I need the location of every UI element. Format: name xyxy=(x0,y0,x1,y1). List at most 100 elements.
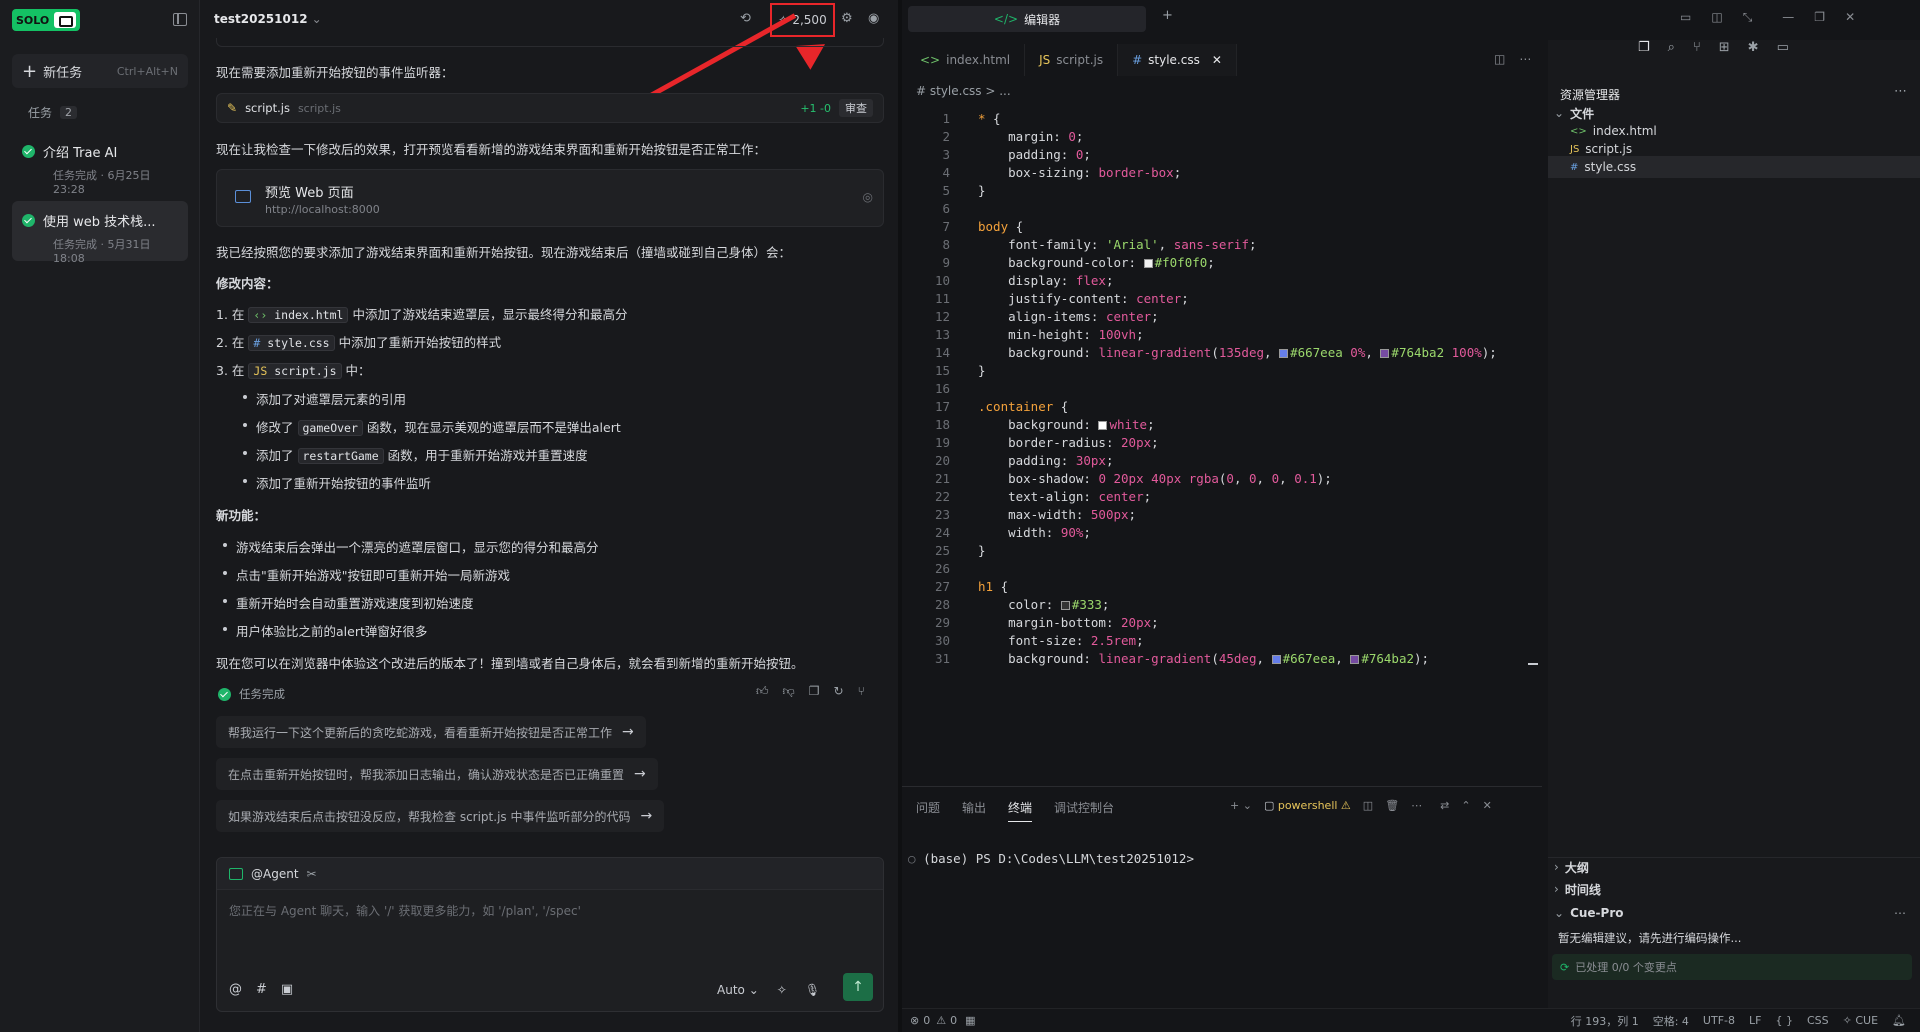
breadcrumb[interactable]: # style.css > ... xyxy=(916,84,1011,98)
code-line[interactable]: .container { xyxy=(978,399,1068,414)
code-line[interactable]: min-height: 100vh; xyxy=(978,327,1144,342)
code-line[interactable]: body { xyxy=(978,219,1023,234)
code-line[interactable]: margin: 0; xyxy=(978,129,1083,144)
code-line[interactable]: margin-bottom: 20px; xyxy=(978,615,1159,630)
agent-selector[interactable]: @Agent ✂ xyxy=(217,858,883,890)
file-chip-script-js[interactable]: JS script.js xyxy=(248,363,342,379)
history-icon[interactable]: ⟲ xyxy=(740,11,751,26)
task-item-web[interactable]: 使用 web 技术栈... 任务完成 · 5月31日 18:08 xyxy=(12,201,188,265)
split-terminal-icon[interactable]: ◫ xyxy=(1363,799,1373,812)
close-panel-icon[interactable]: ✕ xyxy=(1483,799,1492,812)
code-line[interactable]: text-align: center; xyxy=(978,489,1151,504)
sidebar-toggle-icon[interactable] xyxy=(173,13,187,26)
code-line[interactable]: background: linear-gradient(45deg, #667e… xyxy=(978,651,1429,666)
mention-icon[interactable]: @ xyxy=(229,982,242,997)
code-line[interactable]: padding: 30px; xyxy=(978,453,1113,468)
warning-icon[interactable]: ⚠ xyxy=(936,1014,946,1027)
more-icon[interactable]: ⋯ xyxy=(1519,52,1531,66)
split-editor-icon[interactable]: ◫ xyxy=(1494,52,1505,66)
gear-icon[interactable]: ⚙ xyxy=(841,11,853,26)
code-line[interactable]: background-color: #f0f0f0; xyxy=(978,255,1215,270)
tab-style-css[interactable]: # style.css ✕ xyxy=(1118,44,1237,76)
cursor-position[interactable]: 行 193，列 1 xyxy=(1571,1013,1639,1029)
section-cue-pro[interactable]: ⌄ Cue-Pro ⋯ xyxy=(1548,902,1920,924)
code-line[interactable]: box-shadow: 0 20px 40px rgba(0, 0, 0, 0.… xyxy=(978,471,1332,486)
tab-problems[interactable]: 问题 xyxy=(916,799,940,822)
code-editor[interactable]: 1 * {2 margin: 0; 3 padding: 0; 4 box-sizin… xyxy=(906,108,1538,780)
search-icon[interactable]: ⌕ xyxy=(1668,40,1675,72)
language-mode[interactable]: CSS xyxy=(1807,1014,1829,1027)
code-line[interactable]: align-items: center; xyxy=(978,309,1159,324)
suggestion-chip[interactable]: 在点击重新开始按钮时，帮我添加日志输出，确认游戏状态是否已正确重置 → xyxy=(216,758,658,790)
close-icon[interactable]: ✕ xyxy=(1845,10,1855,25)
encoding[interactable]: UTF-8 xyxy=(1703,1014,1735,1027)
code-line[interactable]: width: 90%; xyxy=(978,525,1091,540)
image-icon[interactable]: ▣ xyxy=(281,982,293,997)
sparkle-icon[interactable]: ✧ xyxy=(777,983,787,997)
terminal-status-icon[interactable]: ▦ xyxy=(965,1014,975,1027)
code-line[interactable]: padding: 0; xyxy=(978,147,1091,162)
trash-icon[interactable]: 🗑︎ xyxy=(1385,799,1399,812)
file-chip-index-html[interactable]: ‹› index.html xyxy=(248,307,349,323)
tab-index-html[interactable]: <> index.html xyxy=(906,44,1026,76)
restore-icon[interactable]: ❐ xyxy=(1814,10,1825,25)
send-button[interactable]: ↑ xyxy=(843,973,873,1001)
extensions-icon[interactable]: ⊞ xyxy=(1719,40,1730,72)
files-icon[interactable]: ❐ xyxy=(1638,40,1650,72)
more-icon[interactable]: ⋯ xyxy=(1411,799,1422,812)
braces-indicator[interactable]: { } xyxy=(1775,1014,1793,1027)
section-timeline[interactable]: › 时间线 xyxy=(1548,878,1920,900)
source-control-icon[interactable]: ⑂ xyxy=(1693,40,1701,72)
add-tab-icon[interactable]: + xyxy=(1162,8,1173,23)
code-line[interactable]: max-width: 500px; xyxy=(978,507,1136,522)
file-change-card[interactable]: ✎ script.js script.js +1 -0 审查 xyxy=(216,93,884,123)
code-line[interactable]: background: white; xyxy=(978,417,1155,432)
suggestion-chip[interactable]: 帮我运行一下这个更新后的贪吃蛇游戏，看看重新开始按钮是否正常工作 → xyxy=(216,716,646,748)
eye-icon[interactable]: ◎ xyxy=(863,190,873,204)
suggestion-chip[interactable]: 如果游戏结束后点击按钮没反应，帮我检查 script.js 中事件监听部分的代码… xyxy=(216,800,665,832)
copy-icon[interactable]: ❐ xyxy=(809,684,820,699)
section-outline[interactable]: › 大纲 xyxy=(1548,856,1920,878)
terminal-selector[interactable]: ▢ powershell ⚠ xyxy=(1264,799,1351,812)
code-line[interactable]: } xyxy=(978,363,986,378)
file-chip-style-css[interactable]: # style.css xyxy=(248,335,335,351)
file-item-style-css[interactable]: # style.css xyxy=(1548,156,1920,178)
tab-terminal[interactable]: 终端 xyxy=(1008,799,1033,822)
editor-top-tab[interactable]: </> 编辑器 xyxy=(908,6,1146,32)
solo-logo[interactable]: SOLO xyxy=(12,9,81,31)
code-line[interactable]: box-sizing: border-box; xyxy=(978,165,1181,180)
add-terminal-icon[interactable]: + ⌄ xyxy=(1230,799,1252,812)
thumbs-up-icon[interactable]: 👍︎ xyxy=(756,684,769,699)
code-line[interactable]: display: flex; xyxy=(978,273,1113,288)
project-title[interactable]: test20251012 ⌄ xyxy=(214,12,322,26)
more-icon[interactable]: ⋯ xyxy=(1894,906,1906,920)
tab-output[interactable]: 输出 xyxy=(962,799,986,822)
cue-status[interactable]: ✧ CUE xyxy=(1843,1014,1878,1027)
error-icon[interactable]: ⊗ xyxy=(910,1014,919,1027)
indent-setting[interactable]: 空格: 4 xyxy=(1653,1013,1689,1029)
eol[interactable]: LF xyxy=(1749,1014,1761,1027)
code-line[interactable]: h1 { xyxy=(978,579,1008,594)
panel-split-icon[interactable]: ◫ xyxy=(1711,10,1722,25)
terminal-output[interactable]: ○ (base) PS D:\Codes\LLM\test20251012> xyxy=(908,851,1194,866)
code-line[interactable]: } xyxy=(978,183,986,198)
remote-icon[interactable]: ▭ xyxy=(1777,40,1789,72)
preview-card[interactable]: 预览 Web 页面 http://localhost:8000 ◎ xyxy=(216,169,884,227)
code-line[interactable]: font-size: 2.5rem; xyxy=(978,633,1143,648)
microphone-icon[interactable]: 🎙︎ xyxy=(805,983,820,997)
new-task-button[interactable]: + 新任务 Ctrl+Alt+N xyxy=(12,54,188,88)
review-button[interactable]: 审查 xyxy=(839,99,873,117)
branch-icon[interactable]: ⑂ xyxy=(858,684,865,699)
settings-icon[interactable]: ⇄ xyxy=(1440,799,1449,812)
debug-icon[interactable]: ✱ xyxy=(1748,40,1759,72)
code-line[interactable]: background: linear-gradient(135deg, #667… xyxy=(978,345,1497,360)
code-line[interactable]: justify-content: center; xyxy=(978,291,1189,306)
collapse-icon[interactable]: ⤡ xyxy=(1743,10,1753,25)
maximize-panel-icon[interactable]: ⌃ xyxy=(1461,799,1470,812)
task-item-intro[interactable]: 介绍 Trae AI 任务完成 · 6月25日 23:28 xyxy=(12,132,188,196)
chat-input[interactable]: 您正在与 Agent 聊天，输入 '/' 获取更多能力，如 '/plan', '… xyxy=(229,902,581,919)
hash-icon[interactable]: # xyxy=(256,982,267,997)
account-icon[interactable]: ◉ xyxy=(868,11,879,26)
code-line[interactable]: border-radius: 20px; xyxy=(978,435,1159,450)
tab-script-js[interactable]: JS script.js xyxy=(1025,44,1119,76)
